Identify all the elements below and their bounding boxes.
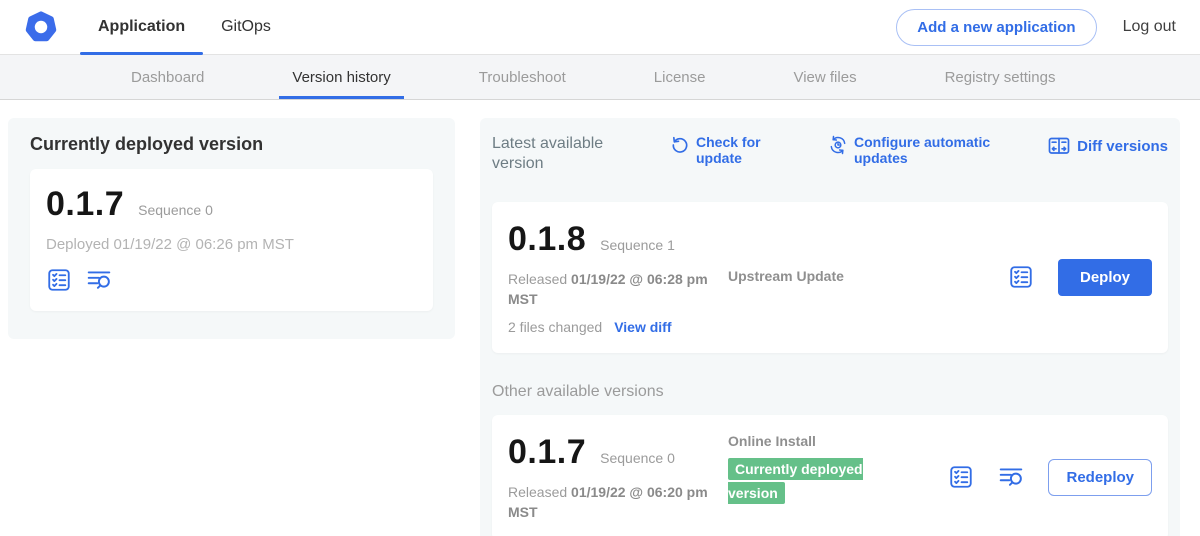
other-released-timestamp: Released 01/19/22 @ 06:20 pm MST xyxy=(508,482,708,523)
other-version-card: 0.1.7 Sequence 0 Released 01/19/22 @ 06:… xyxy=(492,415,1168,536)
deployed-timestamp: Deployed 01/19/22 @ 06:26 pm MST xyxy=(46,236,417,253)
deploy-logs-icon[interactable] xyxy=(86,267,112,293)
app-subnav: Dashboard Version history Troubleshoot L… xyxy=(0,55,1200,100)
topbar: Application GitOps Add a new application… xyxy=(0,0,1200,55)
subnav-item-registry-settings[interactable]: Registry settings xyxy=(932,55,1069,99)
install-type-label: Online Install xyxy=(728,433,896,449)
main-content: Currently deployed version 0.1.7 Sequenc… xyxy=(0,100,1200,536)
deployed-version-number: 0.1.7 xyxy=(46,185,124,224)
currently-deployed-title: Currently deployed version xyxy=(30,134,433,155)
diff-versions-link[interactable]: Diff versions xyxy=(1047,134,1168,159)
subnav-item-troubleshoot[interactable]: Troubleshoot xyxy=(466,55,579,99)
subnav-item-version-history[interactable]: Version history xyxy=(279,55,403,99)
redeploy-button[interactable]: Redeploy xyxy=(1048,459,1152,496)
check-for-update-link[interactable]: Check for update xyxy=(670,134,788,166)
subnav-item-license[interactable]: License xyxy=(641,55,719,99)
currently-deployed-panel: Currently deployed version 0.1.7 Sequenc… xyxy=(8,118,455,339)
tab-application[interactable]: Application xyxy=(80,0,203,54)
latest-released-timestamp: Released 01/19/22 @ 06:28 pm MST xyxy=(508,269,708,310)
available-versions-panel: Latest available version Check for updat… xyxy=(480,118,1180,536)
latest-sequence-label: Sequence 1 xyxy=(600,237,675,253)
version-source-label: Upstream Update xyxy=(728,268,844,284)
other-available-versions-title: Other available versions xyxy=(492,383,1168,401)
files-changed-label: 2 files changed xyxy=(508,319,602,335)
available-versions-header: Latest available version Check for updat… xyxy=(492,134,1168,174)
latest-version-card: 0.1.8 Sequence 1 Released 01/19/22 @ 06:… xyxy=(492,202,1168,353)
subnav-item-dashboard[interactable]: Dashboard xyxy=(118,55,217,99)
replicated-logo-icon xyxy=(24,10,58,44)
latest-available-title: Latest available version xyxy=(492,134,624,174)
view-diff-link[interactable]: View diff xyxy=(614,319,671,335)
app-logo[interactable] xyxy=(24,0,58,54)
preflight-checklist-icon[interactable] xyxy=(948,464,974,490)
currently-deployed-badge: Currently deployed version xyxy=(728,458,863,505)
deploy-button[interactable]: Deploy xyxy=(1058,259,1152,296)
diff-icon xyxy=(1047,135,1071,159)
logout-button[interactable]: Log out xyxy=(1123,18,1176,36)
preflight-checklist-icon[interactable] xyxy=(46,267,72,293)
configure-automatic-updates-link[interactable]: Configure automatic updates xyxy=(828,134,1014,166)
other-sequence-label: Sequence 0 xyxy=(600,450,675,466)
deploy-logs-icon[interactable] xyxy=(998,464,1024,490)
top-tabs: Application GitOps xyxy=(80,0,289,54)
deployed-version-card: 0.1.7 Sequence 0 Deployed 01/19/22 @ 06:… xyxy=(30,169,433,311)
tab-gitops[interactable]: GitOps xyxy=(203,0,289,54)
latest-version-number: 0.1.8 xyxy=(508,220,586,259)
add-new-application-button[interactable]: Add a new application xyxy=(896,9,1096,46)
refresh-icon xyxy=(670,135,690,155)
schedule-update-icon xyxy=(828,135,848,155)
subnav-item-view-files[interactable]: View files xyxy=(780,55,869,99)
preflight-checklist-icon[interactable] xyxy=(1008,264,1034,290)
deployed-sequence-label: Sequence 0 xyxy=(138,202,213,218)
topbar-right: Add a new application Log out xyxy=(896,0,1176,54)
other-version-number: 0.1.7 xyxy=(508,433,586,472)
